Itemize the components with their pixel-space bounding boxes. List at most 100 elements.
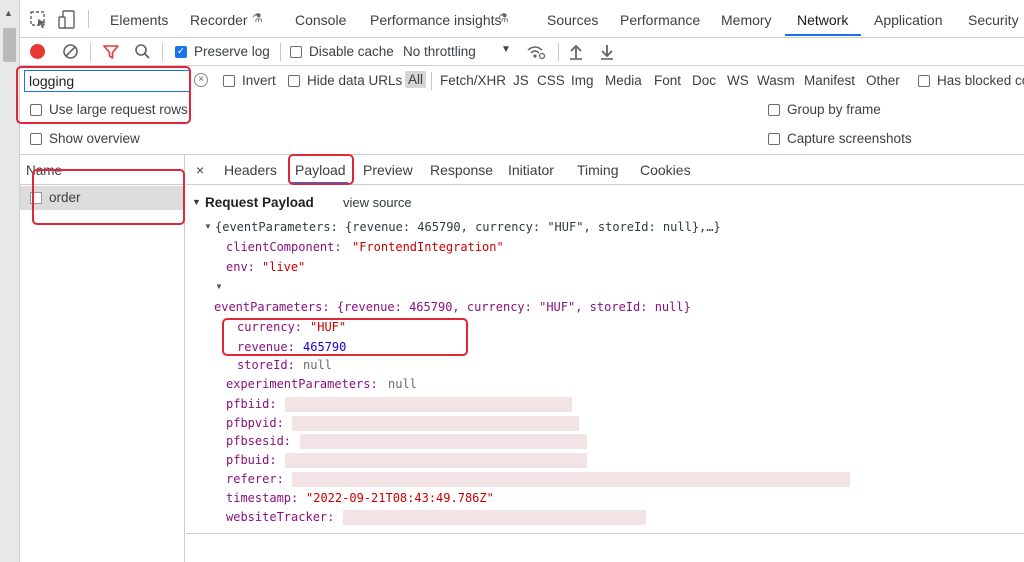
redacted-value <box>300 434 587 449</box>
export-har-icon[interactable] <box>600 43 614 60</box>
highlight-currency-revenue-box <box>222 318 468 356</box>
key-pfbiid: pfbiid: <box>226 397 277 411</box>
expand-triangle-icon[interactable]: ▼ <box>215 282 223 291</box>
disable-cache-checkbox[interactable] <box>290 46 302 58</box>
highlight-filter-box <box>16 66 191 124</box>
flask-icon: ⚗ <box>252 11 263 25</box>
tab-memory[interactable]: Memory <box>721 12 772 28</box>
tab-response[interactable]: Response <box>430 162 493 178</box>
dropdown-arrow-icon[interactable]: ▼ <box>501 44 511 55</box>
group-by-frame-checkbox[interactable] <box>768 104 780 116</box>
network-toolbar: ✓ Preserve log Disable cache No throttli… <box>20 38 1024 66</box>
invert-checkbox[interactable] <box>223 75 235 87</box>
preserve-log-checkbox[interactable]: ✓ <box>175 46 187 58</box>
divider <box>88 10 89 28</box>
request-payload-title: Request Payload <box>205 195 314 210</box>
hide-data-urls-checkbox[interactable] <box>288 75 300 87</box>
key-timestamp: timestamp: <box>226 491 299 505</box>
filter-icon[interactable] <box>103 44 119 60</box>
key-pfbuid: pfbuid: <box>226 453 277 467</box>
redacted-value <box>285 453 587 468</box>
key-pfbpvid: pfbpvid: <box>226 416 284 430</box>
tab-network[interactable]: Network <box>797 12 848 28</box>
group-by-frame-label[interactable]: Group by frame <box>787 102 881 117</box>
filter-type-doc[interactable]: Doc <box>692 73 716 88</box>
filter-type-fetch-xhr[interactable]: Fetch/XHR <box>440 73 506 88</box>
scrollbar-thumb[interactable] <box>3 28 16 62</box>
key-websiteTracker: websiteTracker: <box>226 510 335 524</box>
record-icon[interactable] <box>30 44 45 59</box>
device-toolbar-icon[interactable] <box>58 10 76 30</box>
view-source-link[interactable]: view source <box>343 195 412 210</box>
divider <box>431 72 432 90</box>
value-clientComponent: "FrontendIntegration" <box>352 240 504 254</box>
tab-elements[interactable]: Elements <box>110 12 168 28</box>
invert-label[interactable]: Invert <box>242 73 276 88</box>
tab-preview[interactable]: Preview <box>363 162 413 178</box>
search-icon[interactable] <box>134 43 151 60</box>
highlight-request-box <box>32 169 185 225</box>
key-referer: referer: <box>226 472 284 486</box>
divider <box>162 43 163 61</box>
show-overview-label[interactable]: Show overview <box>49 131 140 146</box>
redacted-value <box>292 416 579 431</box>
tab-security[interactable]: Security <box>968 12 1019 28</box>
tab-cookies[interactable]: Cookies <box>640 162 691 178</box>
divider <box>280 43 281 61</box>
key-pfbsesid: pfbsesid: <box>226 434 292 448</box>
filter-type-manifest[interactable]: Manifest <box>804 73 855 88</box>
redacted-value <box>285 397 572 412</box>
filter-type-font[interactable]: Font <box>654 73 681 88</box>
has-blocked-cookies-checkbox[interactable] <box>918 75 930 87</box>
flask-icon: ⚗ <box>498 11 509 25</box>
filter-type-wasm[interactable]: Wasm <box>757 73 795 88</box>
filter-type-media[interactable]: Media <box>605 73 642 88</box>
clear-icon[interactable] <box>62 43 79 60</box>
throttling-select[interactable]: No throttling <box>403 44 476 59</box>
close-detail-icon[interactable]: × <box>196 162 204 178</box>
filter-type-img[interactable]: Img <box>571 73 594 88</box>
clear-filter-icon[interactable]: × <box>194 73 208 87</box>
active-tab-indicator <box>785 34 861 36</box>
value-experimentParameters: null <box>388 377 417 391</box>
filter-type-other[interactable]: Other <box>866 73 900 88</box>
collapse-triangle-icon[interactable]: ▼ <box>192 197 201 207</box>
key-clientComponent: clientComponent: <box>226 240 342 254</box>
import-har-icon[interactable] <box>569 43 583 60</box>
redacted-value <box>292 472 850 487</box>
divider <box>90 43 91 61</box>
preserve-log-label[interactable]: Preserve log <box>194 44 270 59</box>
tab-application[interactable]: Application <box>874 12 943 28</box>
disable-cache-label[interactable]: Disable cache <box>309 44 394 59</box>
capture-screenshots-checkbox[interactable] <box>768 133 780 145</box>
divider <box>186 533 1024 534</box>
inspect-element-icon[interactable] <box>30 11 48 29</box>
key-storeId: storeId: <box>237 358 295 372</box>
highlight-payload-tab-box <box>288 154 354 185</box>
filter-type-all[interactable]: All <box>405 71 427 88</box>
payload-summary[interactable]: {eventParameters: {revenue: 465790, curr… <box>215 220 721 234</box>
event-parameters-line[interactable]: eventParameters: {revenue: 465790, curre… <box>214 300 691 314</box>
expand-triangle-icon[interactable]: ▼ <box>204 222 212 231</box>
filter-type-ws[interactable]: WS <box>727 73 749 88</box>
filter-type-js[interactable]: JS <box>513 73 529 88</box>
filter-type-css[interactable]: CSS <box>537 73 565 88</box>
show-overview-checkbox[interactable] <box>30 133 42 145</box>
key-experimentParameters: experimentParameters: <box>226 377 378 391</box>
tab-console[interactable]: Console <box>295 12 346 28</box>
tab-headers[interactable]: Headers <box>224 162 277 178</box>
has-blocked-cookies-label[interactable]: Has blocked co <box>937 73 1024 88</box>
tab-performance[interactable]: Performance <box>620 12 700 28</box>
capture-screenshots-label[interactable]: Capture screenshots <box>787 131 912 146</box>
tab-performance-insights[interactable]: Performance insights <box>370 12 502 28</box>
scroll-up-arrow-icon[interactable]: ▲ <box>4 8 13 18</box>
network-conditions-icon[interactable] <box>526 44 546 60</box>
tab-timing[interactable]: Timing <box>577 162 619 178</box>
tab-recorder[interactable]: Recorder <box>190 12 248 28</box>
tab-initiator[interactable]: Initiator <box>508 162 554 178</box>
divider <box>558 43 559 61</box>
value-timestamp: "2022-09-21T08:43:49.786Z" <box>306 491 494 505</box>
redacted-value <box>343 510 646 525</box>
hide-data-urls-label[interactable]: Hide data URLs <box>307 73 402 88</box>
tab-sources[interactable]: Sources <box>547 12 598 28</box>
